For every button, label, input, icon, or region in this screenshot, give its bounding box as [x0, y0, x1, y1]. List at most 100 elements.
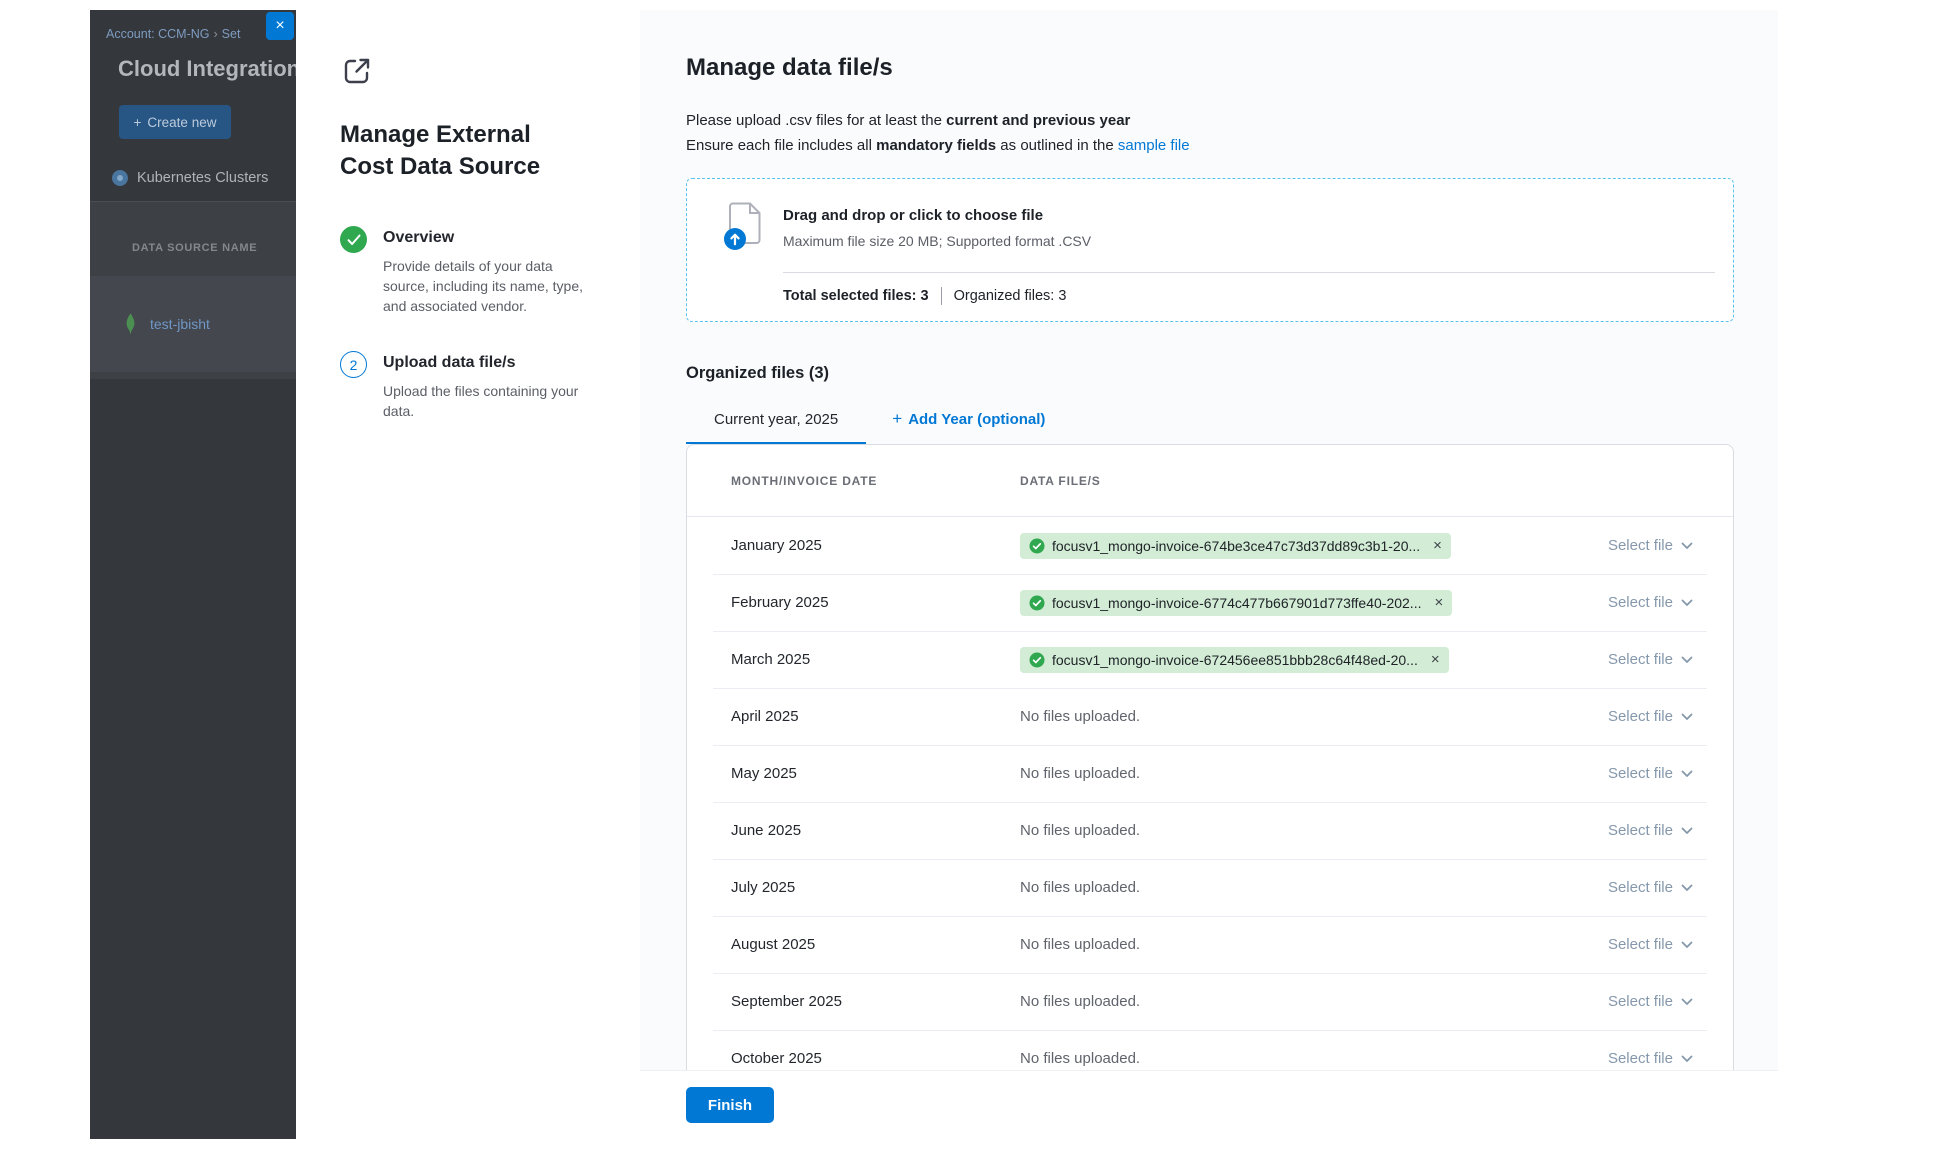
select-file-label: Select file: [1608, 822, 1673, 839]
check-icon: [1029, 652, 1045, 668]
select-file-label: Select file: [1608, 879, 1673, 896]
select-file-label: Select file: [1608, 993, 1673, 1010]
file-cell: focusv1_mongo-invoice-672456ee851bbb28c6…: [1020, 647, 1608, 673]
check-icon: [1029, 538, 1045, 554]
select-file-dropdown[interactable]: Select file: [1608, 594, 1693, 611]
upload-instructions: Please upload .csv files for at least th…: [686, 108, 1734, 158]
dropzone-subtitle: Maximum file size 20 MB; Supported forma…: [783, 233, 1091, 249]
chevron-down-icon: [1681, 599, 1693, 607]
select-file-label: Select file: [1608, 1050, 1673, 1067]
create-new-label: Create new: [147, 115, 216, 130]
month-cell: March 2025: [731, 651, 1020, 668]
select-file-dropdown[interactable]: Select file: [1608, 993, 1693, 1010]
table-row: February 2025 focusv1_mongo-invoice-6774…: [687, 574, 1733, 631]
select-file-dropdown[interactable]: Select file: [1608, 879, 1693, 896]
tab-kubernetes-clusters[interactable]: Kubernetes Clusters: [112, 170, 268, 186]
file-chip: focusv1_mongo-invoice-6774c477b667901d77…: [1020, 590, 1452, 616]
table-row: July 2025 No files uploaded. Select file: [687, 859, 1733, 916]
total-selected-files: Total selected files: 3: [783, 288, 929, 304]
step-complete-check-icon: [340, 226, 367, 253]
select-file-dropdown[interactable]: Select file: [1608, 1050, 1693, 1067]
create-new-button[interactable]: + Create new: [119, 105, 231, 139]
select-file-dropdown[interactable]: Select file: [1608, 537, 1693, 554]
data-source-name-link[interactable]: test-jbisht: [150, 316, 210, 332]
select-file-label: Select file: [1608, 936, 1673, 953]
select-file-dropdown[interactable]: Select file: [1608, 765, 1693, 782]
background-app: Account: CCM-NG›Set Cloud Integration + …: [90, 10, 296, 1139]
breadcrumb-account-link[interactable]: Account: CCM-NG: [106, 27, 210, 41]
select-file-label: Select file: [1608, 765, 1673, 782]
file-cell: No files uploaded.: [1020, 708, 1608, 725]
step-overview[interactable]: Overview Provide details of your data so…: [340, 229, 600, 316]
data-source-table: DATA SOURCE NAME test-jbisht: [90, 201, 296, 379]
step-description: Upload the files containing your data.: [383, 381, 601, 421]
table-row: May 2025 No files uploaded. Select file: [687, 745, 1733, 802]
chevron-down-icon: [1681, 713, 1693, 721]
breadcrumb-item[interactable]: Set: [222, 27, 241, 41]
page-heading: Manage data file/s: [686, 54, 1734, 82]
step-number-badge: 2: [340, 351, 367, 378]
main-panel: Manage data file/s Please upload .csv fi…: [640, 10, 1778, 1139]
no-files-text: No files uploaded.: [1020, 1050, 1140, 1067]
file-chip-name: focusv1_mongo-invoice-6774c477b667901d77…: [1052, 595, 1421, 611]
file-chip-name: focusv1_mongo-invoice-672456ee851bbb28c6…: [1052, 652, 1418, 668]
sample-file-link[interactable]: sample file: [1118, 137, 1190, 154]
file-cell: No files uploaded.: [1020, 822, 1608, 839]
file-cell: No files uploaded.: [1020, 765, 1608, 782]
chevron-down-icon: [1681, 542, 1693, 550]
select-file-dropdown[interactable]: Select file: [1608, 651, 1693, 668]
remove-file-button[interactable]: ×: [1431, 652, 1440, 667]
month-cell: January 2025: [731, 537, 1020, 554]
select-file-dropdown[interactable]: Select file: [1608, 822, 1693, 839]
tab-current-year[interactable]: Current year, 2025: [686, 401, 866, 444]
stats-divider: [941, 287, 942, 305]
remove-file-button[interactable]: ×: [1433, 538, 1442, 553]
wizard-steps: Overview Provide details of your data so…: [340, 229, 600, 421]
step-label: Overview: [383, 229, 600, 247]
table-row: March 2025 focusv1_mongo-invoice-672456e…: [687, 631, 1733, 688]
kubernetes-icon: [112, 170, 128, 186]
chevron-down-icon: [1681, 827, 1693, 835]
data-source-row[interactable]: test-jbisht: [90, 276, 296, 372]
chevron-down-icon: [1681, 884, 1693, 892]
breadcrumb: Account: CCM-NG › Set: [106, 27, 240, 41]
table-row: October 2025 No files uploaded. Select f…: [687, 1030, 1733, 1070]
manage-data-source-drawer: × Manage External Cost Data Source Overv…: [296, 10, 1778, 1139]
select-file-dropdown[interactable]: Select file: [1608, 708, 1693, 725]
close-button[interactable]: ×: [266, 12, 294, 40]
file-dropzone[interactable]: Drag and drop or click to choose file Ma…: [686, 178, 1734, 322]
instruction-line-2: Ensure each file includes all mandatory …: [686, 133, 1734, 158]
check-icon: [1029, 595, 1045, 611]
remove-file-button[interactable]: ×: [1434, 595, 1443, 610]
step-upload-data-files[interactable]: 2 Upload data file/s Upload the files co…: [340, 354, 600, 421]
month-cell: July 2025: [731, 879, 1020, 896]
select-file-label: Select file: [1608, 594, 1673, 611]
mongodb-leaf-icon: [122, 313, 139, 335]
select-file-dropdown[interactable]: Select file: [1608, 936, 1693, 953]
breadcrumb-separator-icon: ›: [214, 27, 218, 41]
plus-icon: +: [134, 115, 142, 130]
header-month-invoice-date: MONTH/INVOICE DATE: [731, 474, 1020, 488]
no-files-text: No files uploaded.: [1020, 765, 1140, 782]
file-chip: focusv1_mongo-invoice-674be3ce47c73d37dd…: [1020, 533, 1451, 559]
dropzone-title: Drag and drop or click to choose file: [783, 207, 1091, 224]
file-chip-name: focusv1_mongo-invoice-674be3ce47c73d37dd…: [1052, 538, 1420, 554]
no-files-text: No files uploaded.: [1020, 822, 1140, 839]
no-files-text: No files uploaded.: [1020, 879, 1140, 896]
tab-label: Kubernetes Clusters: [137, 170, 268, 186]
step-description: Provide details of your data source, inc…: [383, 256, 601, 316]
no-files-text: No files uploaded.: [1020, 936, 1140, 953]
wizard-sidebar: Manage External Cost Data Source Overvie…: [296, 10, 640, 1139]
no-files-text: No files uploaded.: [1020, 708, 1140, 725]
finish-button[interactable]: Finish: [686, 1087, 774, 1123]
add-year-label: Add Year (optional): [908, 411, 1045, 428]
file-cell: No files uploaded.: [1020, 993, 1608, 1010]
month-cell: February 2025: [731, 594, 1020, 611]
month-cell: August 2025: [731, 936, 1020, 953]
add-year-button[interactable]: + Add Year (optional): [892, 409, 1045, 444]
header-data-files: DATA FILE/S: [1020, 474, 1101, 488]
table-row: April 2025 No files uploaded. Select fil…: [687, 688, 1733, 745]
select-file-label: Select file: [1608, 537, 1673, 554]
scroll-area: Manage data file/s Please upload .csv fi…: [640, 10, 1778, 1070]
chevron-down-icon: [1681, 941, 1693, 949]
